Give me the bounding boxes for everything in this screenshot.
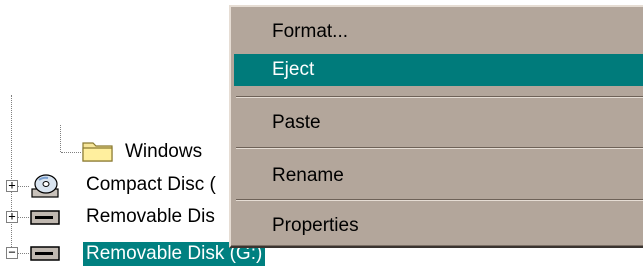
menu-separator xyxy=(236,147,643,149)
expander-glyph: − xyxy=(8,245,16,259)
menu-item-rename[interactable]: Rename xyxy=(234,160,643,192)
cd-drive-icon xyxy=(31,174,59,198)
expand-icon[interactable]: + xyxy=(6,178,18,192)
tree-item-label: Compact Disc ( xyxy=(86,174,216,195)
removable-drive-icon xyxy=(30,210,60,225)
menu-item-properties[interactable]: Properties xyxy=(234,210,643,242)
tree-connector xyxy=(60,125,61,152)
menu-item-eject[interactable]: Eject xyxy=(234,54,643,86)
expand-icon[interactable]: + xyxy=(6,209,18,223)
tree-connector xyxy=(17,186,29,187)
tree-item-label: Removable Dis xyxy=(86,206,215,227)
tree-connector xyxy=(17,253,29,254)
tree-item-label: Windows xyxy=(125,141,203,162)
folder-icon xyxy=(82,142,113,162)
menu-item-paste[interactable]: Paste xyxy=(234,107,643,139)
tree-connector xyxy=(17,217,29,218)
tree-connector xyxy=(11,95,12,255)
tree-connector xyxy=(61,152,81,153)
expander-glyph: + xyxy=(8,178,16,192)
menu-item-format[interactable]: Format... xyxy=(234,16,643,48)
menu-separator xyxy=(236,96,643,98)
context-menu: Format... Eject Paste Rename Properties xyxy=(229,5,643,248)
menu-separator xyxy=(236,199,643,201)
removable-drive-icon xyxy=(30,246,60,261)
expander-glyph: + xyxy=(8,209,16,223)
collapse-icon[interactable]: − xyxy=(6,245,18,259)
